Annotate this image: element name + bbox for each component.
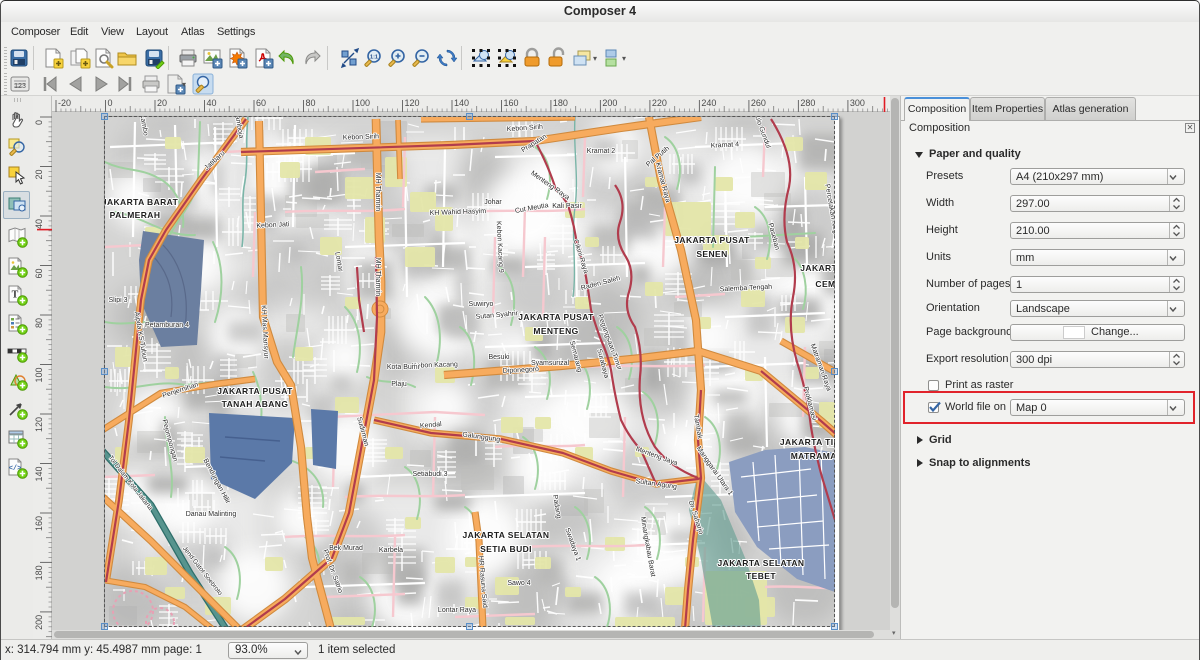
svg-text:200: 200 [602,98,617,108]
svg-text:Petamburan 4: Petamburan 4 [145,322,189,329]
svg-text:40: 40 [34,219,44,229]
svg-text:180: 180 [34,565,44,580]
svg-text:TEBET: TEBET [746,571,776,581]
svg-text:20: 20 [157,98,167,108]
svg-text:JAKARTA SELATAN: JAKARTA SELATAN [718,558,805,568]
svg-text:220: 220 [652,98,667,108]
svg-text:Slipi 3: Slipi 3 [108,297,127,304]
svg-text:PALMERAH: PALMERAH [110,210,161,220]
svg-text:123: 123 [14,83,26,90]
svg-text:280: 280 [800,98,815,108]
svg-text:Besuki: Besuki [488,354,509,361]
svg-text:40: 40 [207,98,217,108]
svg-text:MATRAMAN: MATRAMAN [791,451,835,461]
svg-text:Plaju: Plaju [391,381,407,388]
svg-text:CEMPAKA: CEMPAKA [815,279,835,289]
svg-text:140: 140 [34,467,44,482]
svg-text:0: 0 [108,98,113,108]
svg-text:200: 200 [34,615,44,630]
svg-text:160: 160 [504,98,519,108]
svg-text:Sawo 4: Sawo 4 [507,580,530,587]
svg-text:80: 80 [34,318,44,328]
svg-text:100: 100 [34,368,44,383]
svg-text:Kramat 4: Kramat 4 [711,141,740,149]
svg-text:JAKARTA SELATAN: JAKARTA SELATAN [463,530,550,540]
svg-text:MENTENG: MENTENG [533,326,578,336]
svg-text:JAKARTA PUSAT: JAKARTA PUSAT [800,263,835,273]
svg-text:140: 140 [454,98,469,108]
svg-text:Kebon Sirih: Kebon Sirih [343,133,380,141]
svg-text:SETIA BUDI: SETIA BUDI [480,544,532,554]
svg-text:80: 80 [306,98,316,108]
svg-text:JAKARTA PUSAT: JAKARTA PUSAT [217,386,293,396]
svg-text:-20: -20 [58,98,71,108]
svg-text:60: 60 [256,98,266,108]
svg-text:60: 60 [34,269,44,279]
svg-text:120: 120 [405,98,420,108]
svg-text:Lontar Raya: Lontar Raya [438,607,476,614]
svg-text:Syamsurizal: Syamsurizal [531,360,570,367]
svg-text:Suwiryo: Suwiryo [469,301,494,308]
svg-text:20: 20 [34,170,44,180]
svg-text:Bek Murad: Bek Murad [329,545,363,552]
svg-text:JAKARTA BARAT: JAKARTA BARAT [105,197,179,207]
svg-text:JAKARTA TIMUR: JAKARTA TIMUR [780,437,835,447]
svg-text:120: 120 [34,417,44,432]
svg-text:MH Thamrin: MH Thamrin [374,173,381,211]
svg-text:240: 240 [701,98,716,108]
svg-text:Kota Bumi: Kota Bumi [387,364,420,371]
svg-text:TANAH ABANG: TANAH ABANG [222,399,289,409]
svg-text:Kramat 2: Kramat 2 [587,148,616,155]
svg-text:JAKARTA PUSAT: JAKARTA PUSAT [518,312,594,322]
svg-text:0: 0 [34,120,44,125]
svg-text:SENEN: SENEN [696,249,727,259]
svg-text:160: 160 [34,516,44,531]
svg-text:Kali Pasir: Kali Pasir [552,203,582,210]
svg-text:1:1: 1:1 [370,55,378,61]
svg-text:Setiabudi 3: Setiabudi 3 [412,471,447,478]
svg-text:180: 180 [553,98,568,108]
svg-text:Karbela: Karbela [379,547,403,554]
svg-text:Johar: Johar [484,199,502,206]
svg-text:MH Thamrin: MH Thamrin [374,258,381,296]
svg-text:260: 260 [751,98,766,108]
svg-text:JAKARTA PUSAT: JAKARTA PUSAT [674,235,750,245]
svg-text:300: 300 [850,98,865,108]
svg-text:Danau Malinting: Danau Malinting [186,511,237,518]
svg-text:100: 100 [355,98,370,108]
